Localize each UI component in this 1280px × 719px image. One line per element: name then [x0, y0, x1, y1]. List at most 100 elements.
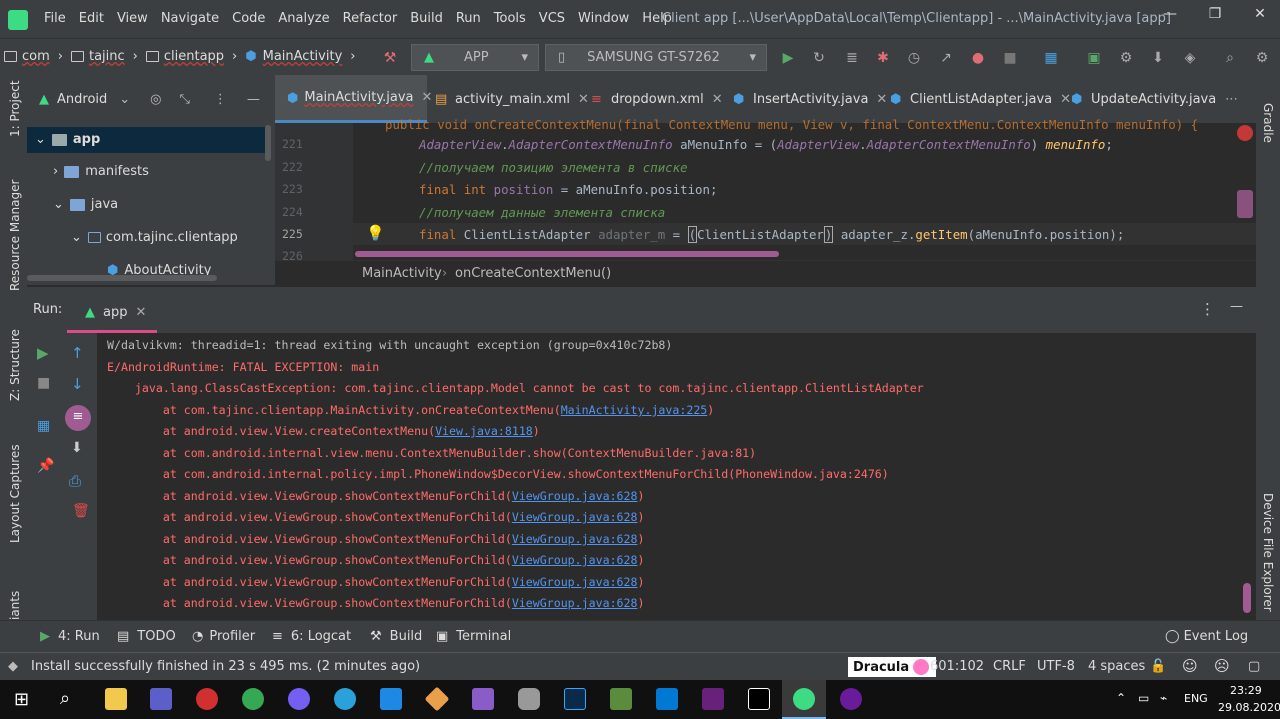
avd-manager-icon[interactable]: ⚙	[1118, 50, 1134, 66]
tab-updateactivity[interactable]: ⬢ UpdateActivity.java	[1071, 75, 1216, 123]
run-tab-app[interactable]: ▲ app ✕	[67, 295, 157, 333]
run-icon[interactable]: ▶	[780, 50, 796, 66]
project-view-select[interactable]: Android	[57, 92, 107, 107]
vscode-icon[interactable]	[656, 688, 678, 710]
tree-node-manifests[interactable]: › manifests	[53, 164, 149, 179]
tab-clientlistadapter[interactable]: ⬢ ClientListAdapter.java ✕	[890, 75, 1071, 123]
project-tool-tab[interactable]: 1: Project	[8, 80, 22, 137]
notepad-icon[interactable]	[610, 688, 632, 710]
clear-all-icon[interactable]: 🗑	[72, 503, 90, 519]
apply-changes-icon[interactable]: ↻	[811, 50, 827, 66]
source-link[interactable]: ViewGroup.java:628	[512, 596, 638, 610]
menu-analyze[interactable]: Analyze	[278, 11, 329, 26]
stop-icon[interactable]: ■	[1002, 50, 1018, 66]
telegram-icon[interactable]	[334, 688, 356, 710]
chrome-icon[interactable]	[242, 688, 264, 710]
source-link[interactable]: ViewGroup.java:628	[512, 575, 638, 589]
clock-time[interactable]: 23:29	[1230, 684, 1262, 697]
menu-run[interactable]: Run	[456, 11, 481, 26]
vertical-scrollbar[interactable]	[265, 125, 271, 161]
horizontal-scrollbar[interactable]	[27, 275, 217, 281]
menu-vcs[interactable]: VCS	[539, 11, 565, 26]
source-link[interactable]: ViewGroup.java:628	[512, 489, 638, 503]
close-icon[interactable]: ✕	[1250, 6, 1270, 26]
build-variants-tab[interactable]: iants	[8, 591, 22, 620]
menu-code[interactable]: Code	[232, 11, 265, 26]
tool-tab-todo[interactable]: ▤ TODO	[117, 629, 176, 644]
tool-tab-profiler[interactable]: ◔ Profiler	[192, 629, 255, 644]
tree-node-app[interactable]: ⌄ app	[35, 132, 100, 147]
menu-window[interactable]: Window	[578, 11, 629, 26]
print-icon[interactable]: ⎙	[69, 472, 81, 490]
crumb-tajinc[interactable]: tajinc	[89, 49, 125, 64]
recorder-icon[interactable]	[196, 688, 218, 710]
crumb-clientapp[interactable]: clientapp	[164, 49, 224, 64]
console-vertical-scrollbar[interactable]	[1243, 583, 1251, 613]
menu-build[interactable]: Build	[410, 11, 443, 26]
tree-node-package[interactable]: ⌄ com.tajinc.clientapp	[71, 230, 238, 245]
tool-tab-build[interactable]: ⚒ Build	[370, 629, 422, 644]
app-icon[interactable]	[380, 688, 402, 710]
sdk-manager-icon[interactable]: ⬇	[1150, 50, 1166, 66]
menu-view[interactable]: View	[117, 11, 148, 26]
hide-panel-icon[interactable]: —	[247, 92, 260, 107]
network-icon[interactable]: ⌁	[1160, 691, 1167, 705]
hammer-icon[interactable]: ⚒	[382, 50, 398, 66]
menu-navigate[interactable]: Navigate	[161, 11, 219, 26]
apply-code-icon[interactable]: ≣	[844, 50, 860, 66]
source-link[interactable]: MainActivity.java:225	[561, 403, 708, 417]
gradle-tool-tab[interactable]: Gradle	[1261, 103, 1275, 143]
attach-debugger-icon[interactable]: ↗	[938, 50, 954, 66]
layout-captures-tab[interactable]: Layout Captures	[8, 444, 22, 543]
lock-icon[interactable]: 🔓	[1150, 659, 1166, 674]
run-config-select[interactable]: ▲ APP ▾	[411, 44, 539, 71]
structure-tool-tab[interactable]: Z: Structure	[8, 329, 22, 401]
pin-icon[interactable]: 📌	[37, 458, 54, 474]
run-console[interactable]: W/dalvikvm: threadid=1: thread exiting w…	[97, 333, 1256, 620]
editor-vertical-scrollbar[interactable]	[1237, 190, 1253, 218]
tab-activity-main[interactable]: ▤ activity_main.xml ✕	[435, 75, 589, 123]
lightbulb-icon[interactable]: 💡	[366, 224, 385, 242]
tab-mainactivity[interactable]: ⬢ MainActivity.java ✕	[275, 75, 432, 123]
resource-manager-tab[interactable]: Resource Manager	[8, 180, 22, 291]
layout-icon[interactable]: ▦	[37, 418, 50, 434]
rerun-icon[interactable]: ▶	[37, 344, 49, 362]
source-link[interactable]: View.java:8118	[435, 424, 533, 438]
hide-panel-icon[interactable]: —	[1230, 299, 1243, 314]
tool-tab-terminal[interactable]: ▣ Terminal	[436, 629, 511, 644]
project-structure-icon[interactable]: ▦	[1043, 50, 1059, 66]
photoshop-icon[interactable]	[564, 688, 586, 710]
source-link[interactable]: ViewGroup.java:628	[512, 532, 638, 546]
crumb-class[interactable]: MainActivity	[362, 266, 442, 281]
clock-date[interactable]: 29.08.2020	[1218, 701, 1280, 714]
close-tab-icon[interactable]: ✕	[1060, 92, 1071, 107]
android-studio-taskbar-icon[interactable]	[793, 688, 815, 710]
code-editor[interactable]: public void onCreateContextMenu(final Co…	[275, 117, 1256, 263]
notifications-icon[interactable]: ▢	[1248, 659, 1260, 674]
menu-tools[interactable]: Tools	[494, 11, 526, 26]
restore-icon[interactable]: ❐	[1205, 6, 1225, 26]
device-select[interactable]: ▯ SAMSUNG GT-S7262 ▾	[545, 44, 767, 71]
happy-face-icon[interactable]: ☺	[1182, 657, 1198, 675]
intellij-icon[interactable]	[748, 688, 770, 710]
close-tab-icon[interactable]: ✕	[712, 92, 723, 107]
caret-position[interactable]: 601:102	[930, 659, 984, 674]
stop-icon-alt[interactable]: ●	[970, 50, 986, 66]
device-file-explorer-tab[interactable]: Device File Explorer	[1261, 493, 1275, 612]
error-indicator-icon[interactable]	[1237, 125, 1253, 141]
language-indicator[interactable]: ENG	[1184, 692, 1208, 705]
collapse-icon[interactable]: ⤡	[180, 92, 190, 107]
database-icon[interactable]	[518, 688, 540, 710]
menu-file[interactable]: File	[44, 11, 66, 26]
visual-studio-icon[interactable]	[702, 688, 724, 710]
more-options-icon[interactable]: ⋮	[1200, 300, 1215, 318]
menu-edit[interactable]: Edit	[79, 11, 104, 26]
layout-inspector-icon[interactable]: ◈	[1182, 50, 1198, 66]
line-separator[interactable]: CRLF	[993, 659, 1026, 674]
chevron-down-icon[interactable]: ⌄	[119, 92, 130, 107]
sad-face-icon[interactable]: ☹	[1214, 657, 1230, 675]
close-tab-icon[interactable]: ✕	[876, 92, 887, 107]
app-purple-icon[interactable]	[472, 688, 494, 710]
soft-wrap-icon[interactable]: ≡	[65, 405, 91, 431]
crumb-com[interactable]: com	[22, 49, 50, 64]
